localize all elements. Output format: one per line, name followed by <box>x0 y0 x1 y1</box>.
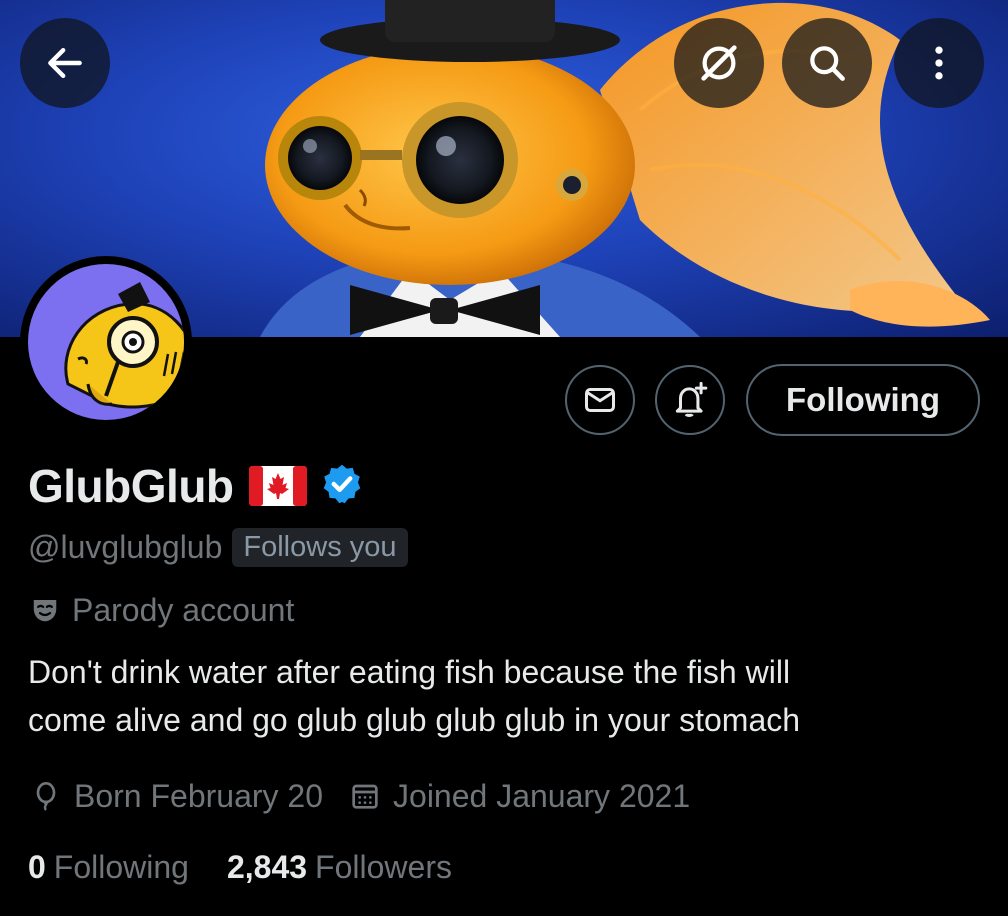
handle-row: @luvglubglub Follows you <box>28 524 408 570</box>
parody-account-label[interactable]: Parody account <box>30 588 294 632</box>
birthday-text: Born February 20 <box>74 777 324 814</box>
following-stat[interactable]: 0 Following <box>28 849 189 886</box>
parody-account-text: Parody account <box>72 591 295 628</box>
following-button[interactable]: Following <box>746 364 980 436</box>
bell-plus-icon <box>675 381 708 417</box>
profile-meta-row: Born February 20 Joined January 2021 <box>30 774 690 818</box>
search-button[interactable] <box>782 18 872 108</box>
cartoon-fish-avatar <box>64 282 184 409</box>
following-label: Following <box>53 848 189 885</box>
profile-page: Following GlubGlub @luvglubglub Follows … <box>0 0 1008 916</box>
user-handle: @luvglubglub <box>28 528 223 565</box>
follow-stats-row: 0 Following 2,843 Followers <box>28 844 452 890</box>
envelope-icon <box>585 388 615 412</box>
grok-button[interactable] <box>674 18 764 108</box>
profile-name-row: GlubGlub <box>28 458 364 514</box>
more-options-button[interactable] <box>894 18 984 108</box>
profile-bio: Don't drink water after eating fish beca… <box>28 648 978 744</box>
more-vertical-icon <box>935 46 943 80</box>
following-count: 0 <box>28 848 46 885</box>
followers-label: Followers <box>315 848 452 885</box>
back-button[interactable] <box>20 18 110 108</box>
bio-line: come alive and go glub glub glub glub in… <box>28 702 801 738</box>
canada-flag-icon <box>248 465 308 507</box>
arrow-left-icon <box>48 47 82 79</box>
profile-avatar[interactable] <box>20 256 192 428</box>
followers-count: 2,843 <box>226 848 308 885</box>
display-name: GlubGlub <box>28 460 234 512</box>
search-icon <box>810 46 845 81</box>
bio-line: Don't drink water after eating fish beca… <box>28 654 791 690</box>
avatar-image <box>28 264 184 420</box>
mask-icon <box>33 600 57 622</box>
message-button[interactable] <box>565 365 635 435</box>
followers-stat[interactable]: 2,843 Followers <box>227 849 452 886</box>
verified-badge-icon[interactable] <box>320 462 364 511</box>
joined-date-text: Joined January 2021 <box>393 777 691 814</box>
follows-you-badge: Follows you <box>232 527 408 567</box>
balloon-icon <box>36 782 56 811</box>
notifications-button[interactable] <box>655 365 725 435</box>
calendar-icon <box>352 784 378 809</box>
grok-icon <box>701 45 737 81</box>
